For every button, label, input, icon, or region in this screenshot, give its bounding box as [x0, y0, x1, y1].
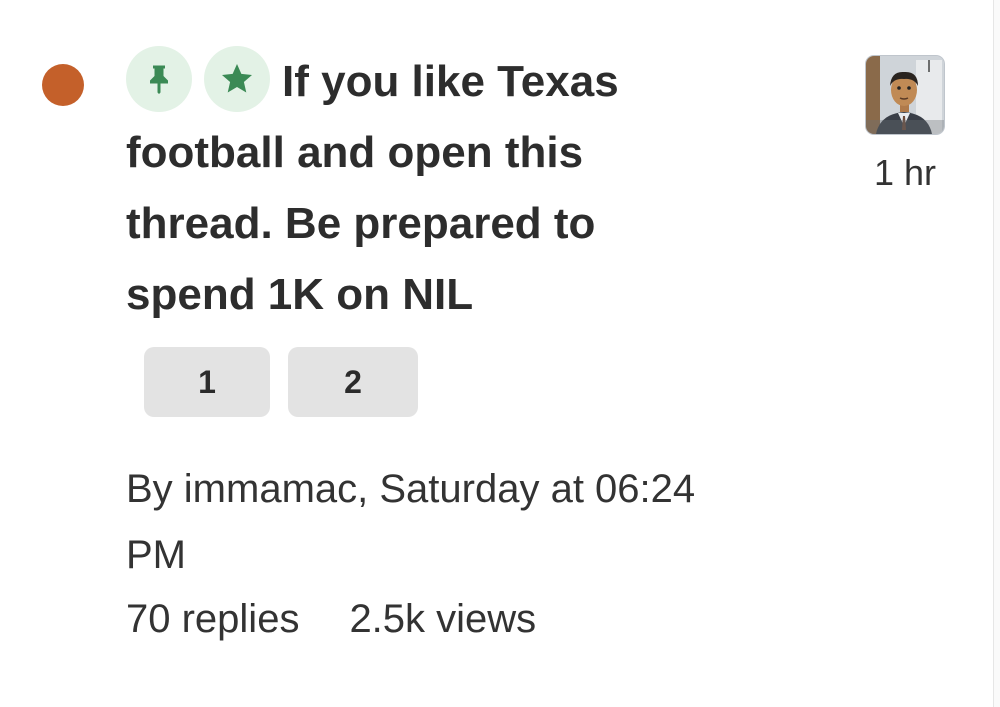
topic-title[interactable]: If you like Texas football and open this…: [126, 57, 619, 319]
topic-stats: 70 replies 2.5k views: [126, 588, 536, 650]
reply-count: 70 replies: [126, 597, 300, 641]
topic-title-block[interactable]: If you like Texas football and open this…: [126, 46, 686, 330]
star-icon: [204, 46, 270, 112]
last-post-time[interactable]: 1 hr: [866, 150, 944, 196]
page-link-1[interactable]: 1: [144, 347, 270, 417]
scrollbar-track[interactable]: [993, 0, 1000, 707]
pagination: 12: [144, 347, 436, 417]
view-count: 2.5k views: [349, 597, 537, 641]
topic-byline: By immamac, Saturday at 06:24 PM: [126, 467, 696, 577]
user-avatar-icon[interactable]: [866, 56, 944, 134]
unread-indicator: [42, 64, 84, 106]
pin-icon: [126, 46, 192, 112]
topic-row[interactable]: If you like Texas football and open this…: [0, 0, 994, 707]
page-link-2[interactable]: 2: [288, 347, 418, 417]
